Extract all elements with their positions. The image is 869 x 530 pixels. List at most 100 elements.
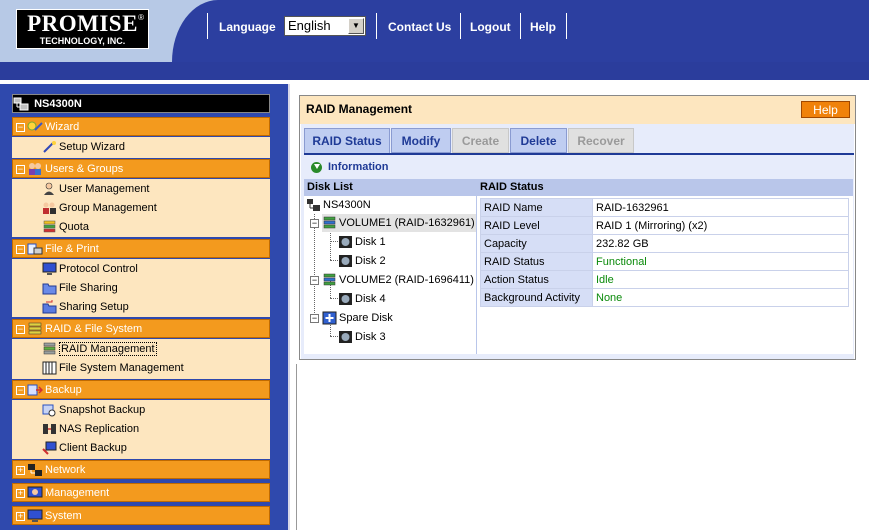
- sidebar-group-label: Users & Groups: [45, 163, 124, 175]
- sidebar-item-nas-replication[interactable]: NAS Replication: [42, 421, 139, 438]
- tree-node-volume1[interactable]: VOLUME1 (RAID-1632961): [322, 214, 476, 232]
- sidebar-item-client-backup[interactable]: Client Backup: [42, 440, 127, 457]
- replication-icon: [43, 424, 56, 435]
- sidebar-item-label: Sharing Setup: [59, 301, 129, 313]
- collapse-icon[interactable]: −: [16, 324, 25, 334]
- sidebar-group-backup[interactable]: − Backup: [12, 380, 270, 399]
- sidebar-group-label: System: [45, 510, 82, 522]
- collapse-icon[interactable]: −: [16, 244, 25, 254]
- tree-node-disk3[interactable]: Disk 3: [338, 328, 386, 346]
- sidebar-item-label: File System Management: [59, 362, 184, 374]
- sidebar-item-protocol-control[interactable]: Protocol Control: [42, 261, 138, 278]
- help-link[interactable]: Help: [530, 16, 556, 38]
- row-key: RAID Status: [480, 252, 593, 271]
- top-banner: PROMISE ® TECHNOLOGY, INC. Language Engl…: [0, 0, 869, 62]
- disk-icon: [339, 255, 352, 268]
- tree-node-label: Disk 3: [355, 331, 386, 343]
- tree-node-root[interactable]: NS4300N: [306, 196, 371, 214]
- sidebar-group-system[interactable]: + System: [12, 506, 270, 525]
- collapse-icon[interactable]: −: [310, 219, 319, 228]
- table-row: Action Status Idle: [480, 270, 849, 289]
- sidebar-item-label: RAID Management: [59, 342, 157, 356]
- row-value: Functional: [592, 252, 849, 271]
- sidebar-item-label: NAS Replication: [59, 423, 140, 435]
- expand-icon[interactable]: +: [16, 465, 25, 475]
- sidebar-item-setup-wizard[interactable]: Setup Wizard: [42, 139, 125, 156]
- sidebar-group-raid-file-system[interactable]: − RAID & File System: [12, 319, 270, 338]
- collapse-icon[interactable]: −: [16, 164, 25, 174]
- tab-modify[interactable]: Modify: [391, 128, 451, 153]
- management-icon: [27, 486, 43, 498]
- tree-node-label: Disk 1: [355, 236, 386, 248]
- sidebar-item-file-sharing[interactable]: File Sharing: [42, 280, 118, 297]
- language-select[interactable]: English ▼: [284, 16, 366, 36]
- row-value: Idle: [592, 270, 849, 289]
- tree-node-spare-disk[interactable]: Spare Disk: [322, 309, 393, 327]
- sidebar-group-wizard[interactable]: − Wizard: [12, 117, 270, 136]
- sidebar-item-label: Client Backup: [59, 442, 127, 454]
- help-button[interactable]: Help: [801, 101, 850, 118]
- sidebar-group-file-print[interactable]: − File & Print: [12, 239, 270, 258]
- nav-separator: [566, 13, 567, 39]
- logo-registered: ®: [138, 13, 144, 22]
- sidebar-item-snapshot-backup[interactable]: Snapshot Backup: [42, 402, 145, 419]
- sidebar-item-quota[interactable]: Quota: [42, 219, 89, 236]
- spare-disk-icon: [322, 311, 337, 325]
- tab-raid-status[interactable]: RAID Status: [304, 128, 390, 153]
- sidebar-group-users-groups[interactable]: − Users & Groups: [12, 159, 270, 178]
- banner-strip: [0, 62, 869, 80]
- tree-node-volume2[interactable]: VOLUME2 (RAID-1696411): [322, 271, 474, 289]
- row-key: RAID Name: [480, 198, 593, 217]
- disk-icon: [339, 236, 352, 249]
- logo-subtitle: TECHNOLOGY, INC.: [39, 36, 126, 46]
- expand-down-icon: [311, 161, 322, 173]
- expand-icon[interactable]: +: [16, 511, 25, 521]
- disk-icon: [339, 293, 352, 306]
- wand-icon: [43, 141, 56, 153]
- volume-icon: [323, 216, 336, 229]
- sidebar-item-user-management[interactable]: User Management: [42, 181, 150, 198]
- sidebar-group-management[interactable]: + Management: [12, 483, 270, 502]
- contact-us-link[interactable]: Contact Us: [388, 16, 451, 38]
- system-icon: [27, 509, 43, 523]
- tree-node-disk1[interactable]: Disk 1: [338, 233, 386, 251]
- collapse-icon[interactable]: −: [310, 314, 319, 323]
- sidebar-sublist: Snapshot Backup NAS Replication Client B…: [12, 400, 270, 459]
- row-key: Background Activity: [480, 288, 593, 307]
- sidebar-sublist: RAID Management File System Management: [12, 339, 270, 379]
- information-toggle[interactable]: Information: [311, 161, 389, 173]
- tree-node-disk2[interactable]: Disk 2: [338, 252, 386, 270]
- row-key: Capacity: [480, 234, 593, 253]
- sidebar-item-label: Quota: [59, 221, 89, 233]
- raid-stack-icon: [43, 342, 56, 355]
- expand-icon[interactable]: +: [16, 488, 25, 498]
- disk-list-header: Disk List: [304, 179, 476, 196]
- sidebar-item-group-management[interactable]: Group Management: [42, 200, 157, 217]
- sidebar-item-sharing-setup[interactable]: Sharing Setup: [42, 299, 129, 316]
- tree-line: [330, 298, 338, 299]
- server-icon: [307, 199, 320, 212]
- tree-line: [314, 214, 315, 313]
- wizard-icon: [27, 121, 43, 131]
- tree-line: [330, 260, 338, 261]
- row-value: 232.82 GB: [592, 234, 849, 253]
- collapse-icon[interactable]: −: [16, 385, 25, 395]
- sidebar-item-label: Snapshot Backup: [59, 404, 146, 416]
- monitor-icon: [42, 262, 57, 276]
- sidebar-item-raid-management[interactable]: RAID Management: [42, 341, 157, 358]
- nav-separator: [376, 13, 377, 39]
- tree-node-disk4[interactable]: Disk 4: [338, 290, 386, 308]
- tab-delete[interactable]: Delete: [510, 128, 567, 153]
- collapse-icon[interactable]: −: [16, 122, 25, 132]
- sidebar-group-network[interactable]: + Network: [12, 460, 270, 479]
- row-value: RAID 1 (Mirroring) (x2): [592, 216, 849, 235]
- collapse-icon[interactable]: −: [310, 276, 319, 285]
- tree-node-label: VOLUME2 (RAID-1696411): [339, 274, 474, 286]
- language-label: Language: [219, 20, 276, 34]
- sidebar-root[interactable]: NS4300N: [12, 94, 270, 113]
- dropdown-arrow-icon[interactable]: ▼: [348, 18, 364, 34]
- sidebar-item-file-system-management[interactable]: File System Management: [42, 360, 184, 377]
- sidebar-group-label: Management: [45, 487, 110, 499]
- raid-status-table: RAID Name RAID-1632961 RAID Level RAID 1 (…: [480, 198, 849, 307]
- logout-link[interactable]: Logout: [470, 16, 511, 38]
